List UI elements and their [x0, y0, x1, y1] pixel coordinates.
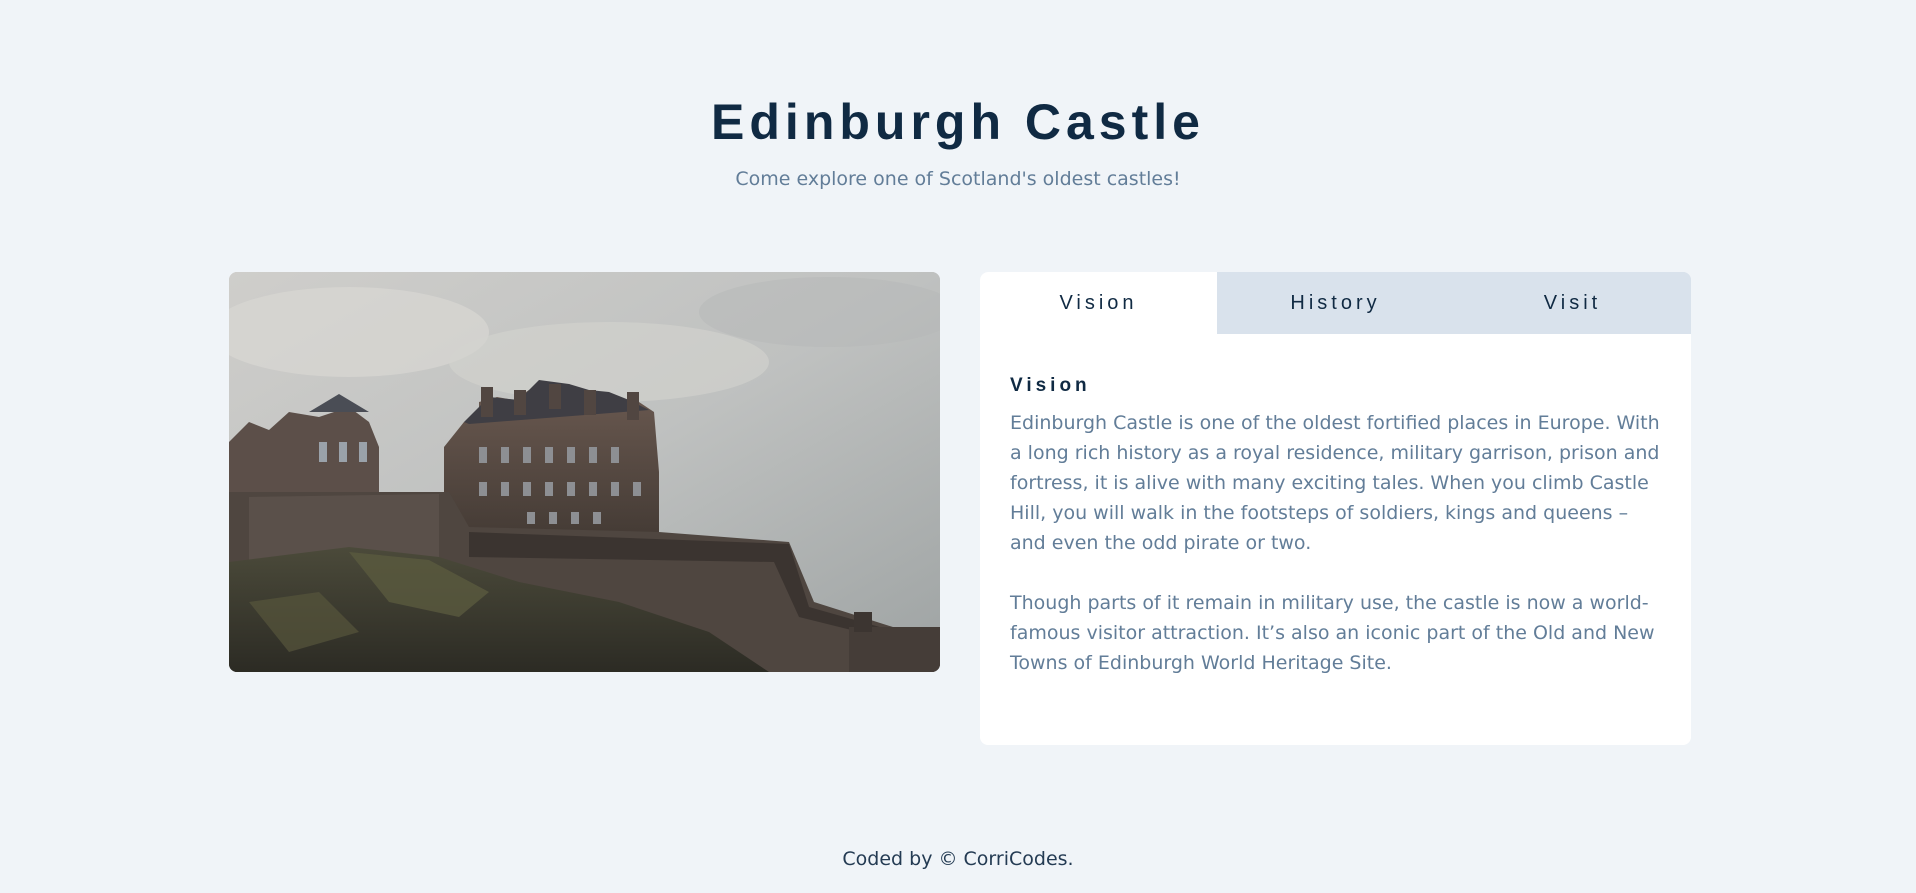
page: Edinburgh Castle Come explore one of Sco…	[0, 0, 1916, 893]
castle-photo-illustration	[229, 272, 940, 672]
info-tabs-card: Vision History Visit Vision Edinburgh Ca…	[980, 272, 1691, 745]
tab-vision[interactable]: Vision	[980, 272, 1217, 334]
page-title: Edinburgh Castle	[711, 94, 1205, 150]
page-header: Edinburgh Castle Come explore one of Sco…	[0, 90, 1916, 192]
castle-image	[229, 272, 940, 672]
panel-paragraph: Edinburgh Castle is one of the oldest fo…	[1010, 412, 1660, 554]
panel-paragraph: Though parts of it remain in military us…	[1010, 592, 1655, 674]
tab-panel: Vision Edinburgh Castle is one of the ol…	[980, 374, 1691, 678]
page-subtitle: Come explore one of Scotland's oldest ca…	[735, 168, 1181, 190]
tab-history[interactable]: History	[1217, 272, 1454, 334]
page-footer: Coded by © CorriCodes.	[842, 848, 1074, 870]
tab-visit[interactable]: Visit	[1454, 272, 1691, 334]
panel-heading: Vision	[1010, 375, 1091, 396]
tab-bar: Vision History Visit	[980, 272, 1691, 334]
